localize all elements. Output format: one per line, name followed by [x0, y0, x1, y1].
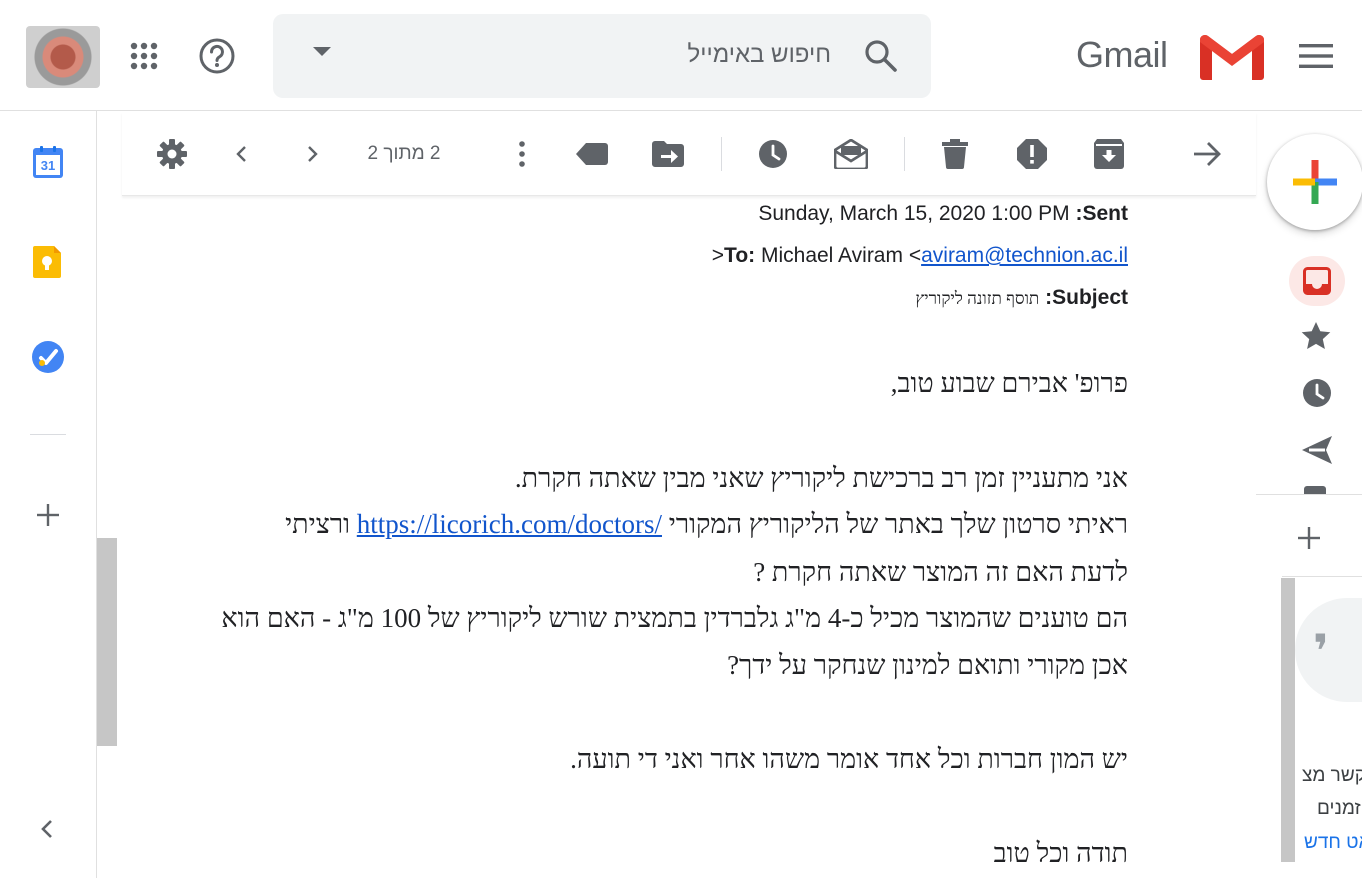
starred-star-icon[interactable] — [1301, 321, 1331, 351]
more-options-vertical-dots-icon[interactable] — [502, 134, 542, 174]
right-scrollbar-thumb[interactable] — [1281, 578, 1295, 862]
snooze-clock-icon[interactable] — [753, 134, 793, 174]
gmail-logo-icon[interactable] — [1198, 31, 1266, 81]
chat-empty-state: אנשי קשר מצ מוזמנים צ'אט חדש — [1295, 760, 1362, 878]
compose-plus-icon — [1293, 160, 1337, 204]
greeting-line: פרופ' אבירם שבוע טוב, — [890, 368, 1128, 398]
body-line-2: ראיתי סרטון שלך באתר של הליקוריץ המקורי … — [285, 509, 1128, 540]
body-line-2-start: ראיתי סרטון שלך באתר של הליקוריץ המקורי — [668, 509, 1128, 539]
chat-empty-line-2: מוזמנים — [1317, 798, 1362, 819]
search-bar[interactable]: חיפוש באימייל — [273, 14, 931, 98]
gmail-wordmark[interactable]: Gmail — [1076, 34, 1168, 76]
subject-label: Subject: — [1045, 286, 1128, 309]
body-line-6: יש המון חברות וכל אחד אומר משהו אחר ואני… — [570, 744, 1128, 774]
google-keep-icon[interactable] — [33, 246, 63, 278]
chat-empty-line-1: אנשי קשר מצ — [1302, 765, 1362, 786]
page-count: 2 מתוך 2 — [367, 143, 441, 164]
sent-send-icon[interactable] — [1300, 434, 1334, 466]
body-line-3: לדעת האם זה המוצר שאתה חקרת ? — [753, 557, 1128, 587]
archive-box-icon[interactable] — [1089, 134, 1129, 174]
top-header: חיפוש באימייל Gmail — [0, 0, 1362, 111]
main-menu-icon[interactable] — [1296, 38, 1336, 74]
chat-quote-icon: ❜ — [1313, 625, 1329, 677]
toolbar-separator — [721, 137, 722, 171]
calendar-day-number: 31 — [40, 158, 56, 173]
older-chevron-left-icon[interactable] — [222, 134, 262, 174]
apps-grid-icon[interactable] — [124, 36, 164, 76]
subject-line: Subject: תוסף תזונה ליקוריץ — [915, 286, 1128, 310]
to-suffix: > — [711, 244, 725, 267]
settings-gear-icon[interactable] — [152, 134, 192, 174]
search-options-chevron-icon[interactable] — [313, 47, 331, 56]
label-tag-icon[interactable] — [572, 134, 612, 174]
to-name: Michael Aviram < — [760, 244, 922, 267]
licorich-doctors-link[interactable]: https://licorich.com/doctors/ — [357, 509, 662, 539]
back-arrow-icon[interactable] — [1187, 134, 1227, 174]
side-panel-divider — [30, 434, 66, 435]
google-calendar-icon[interactable]: 31 — [33, 146, 63, 178]
sent-label: Sent: — [1075, 202, 1128, 225]
google-tasks-icon[interactable] — [31, 340, 65, 374]
new-chat-link[interactable]: צ'אט חדש — [1304, 832, 1362, 854]
delete-trash-icon[interactable] — [935, 134, 975, 174]
left-scrollbar-thumb[interactable] — [97, 538, 117, 746]
sent-line: Sent: Sunday, March 15, 2020 1:00 PM — [758, 202, 1128, 226]
help-icon[interactable] — [196, 35, 238, 77]
search-icon[interactable] — [861, 36, 901, 76]
chat-section-divider — [1282, 576, 1362, 577]
mark-as-unread-envelope-icon[interactable] — [831, 134, 871, 174]
collapse-panel-chevron-left-icon[interactable] — [36, 817, 60, 841]
subject-value: תוסף תזונה ליקוריץ — [915, 289, 1040, 308]
side-apps-panel: 31 — [0, 111, 97, 878]
account-avatar[interactable] — [26, 26, 100, 88]
snoozed-clock-icon[interactable] — [1302, 378, 1332, 408]
add-addon-plus-icon[interactable] — [34, 501, 62, 529]
newer-chevron-right-icon[interactable] — [292, 134, 332, 174]
report-spam-icon[interactable] — [1012, 134, 1052, 174]
right-rail-divider — [1256, 494, 1362, 495]
inbox-tray-icon — [1303, 267, 1331, 295]
inbox-nav-item[interactable] — [1289, 256, 1345, 306]
body-line-4: הם טוענים שהמוצר מכיל כ-4 מ"ג גלברדין בת… — [221, 603, 1128, 633]
message-toolbar: 2 מתוך 2 — [122, 112, 1256, 196]
search-placeholder[interactable]: חיפוש באימייל — [688, 41, 831, 69]
toolbar-separator — [904, 137, 905, 171]
to-email-link[interactable]: aviram@technion.ac.il — [921, 244, 1128, 267]
drafts-file-icon[interactable] — [1304, 486, 1326, 494]
body-line-5: אכן מקורי ותואם למינון שנחקר על ידך? — [727, 650, 1128, 680]
move-to-folder-icon[interactable] — [648, 134, 688, 174]
sent-value: Sunday, March 15, 2020 1:00 PM — [758, 202, 1070, 225]
add-chat-plus-icon[interactable] — [1296, 525, 1322, 551]
to-line: >To: Michael Aviram <aviram@technion.ac.… — [712, 244, 1128, 268]
body-line-2-end: ורציתי — [285, 509, 351, 539]
to-label: To: — [724, 244, 756, 267]
compose-button[interactable] — [1267, 134, 1362, 230]
body-line-1: אני מתעניין זמן רב ברכישת ליקוריץ שאני מ… — [514, 463, 1128, 493]
closing-line: תודה וכל טוב — [993, 838, 1128, 868]
